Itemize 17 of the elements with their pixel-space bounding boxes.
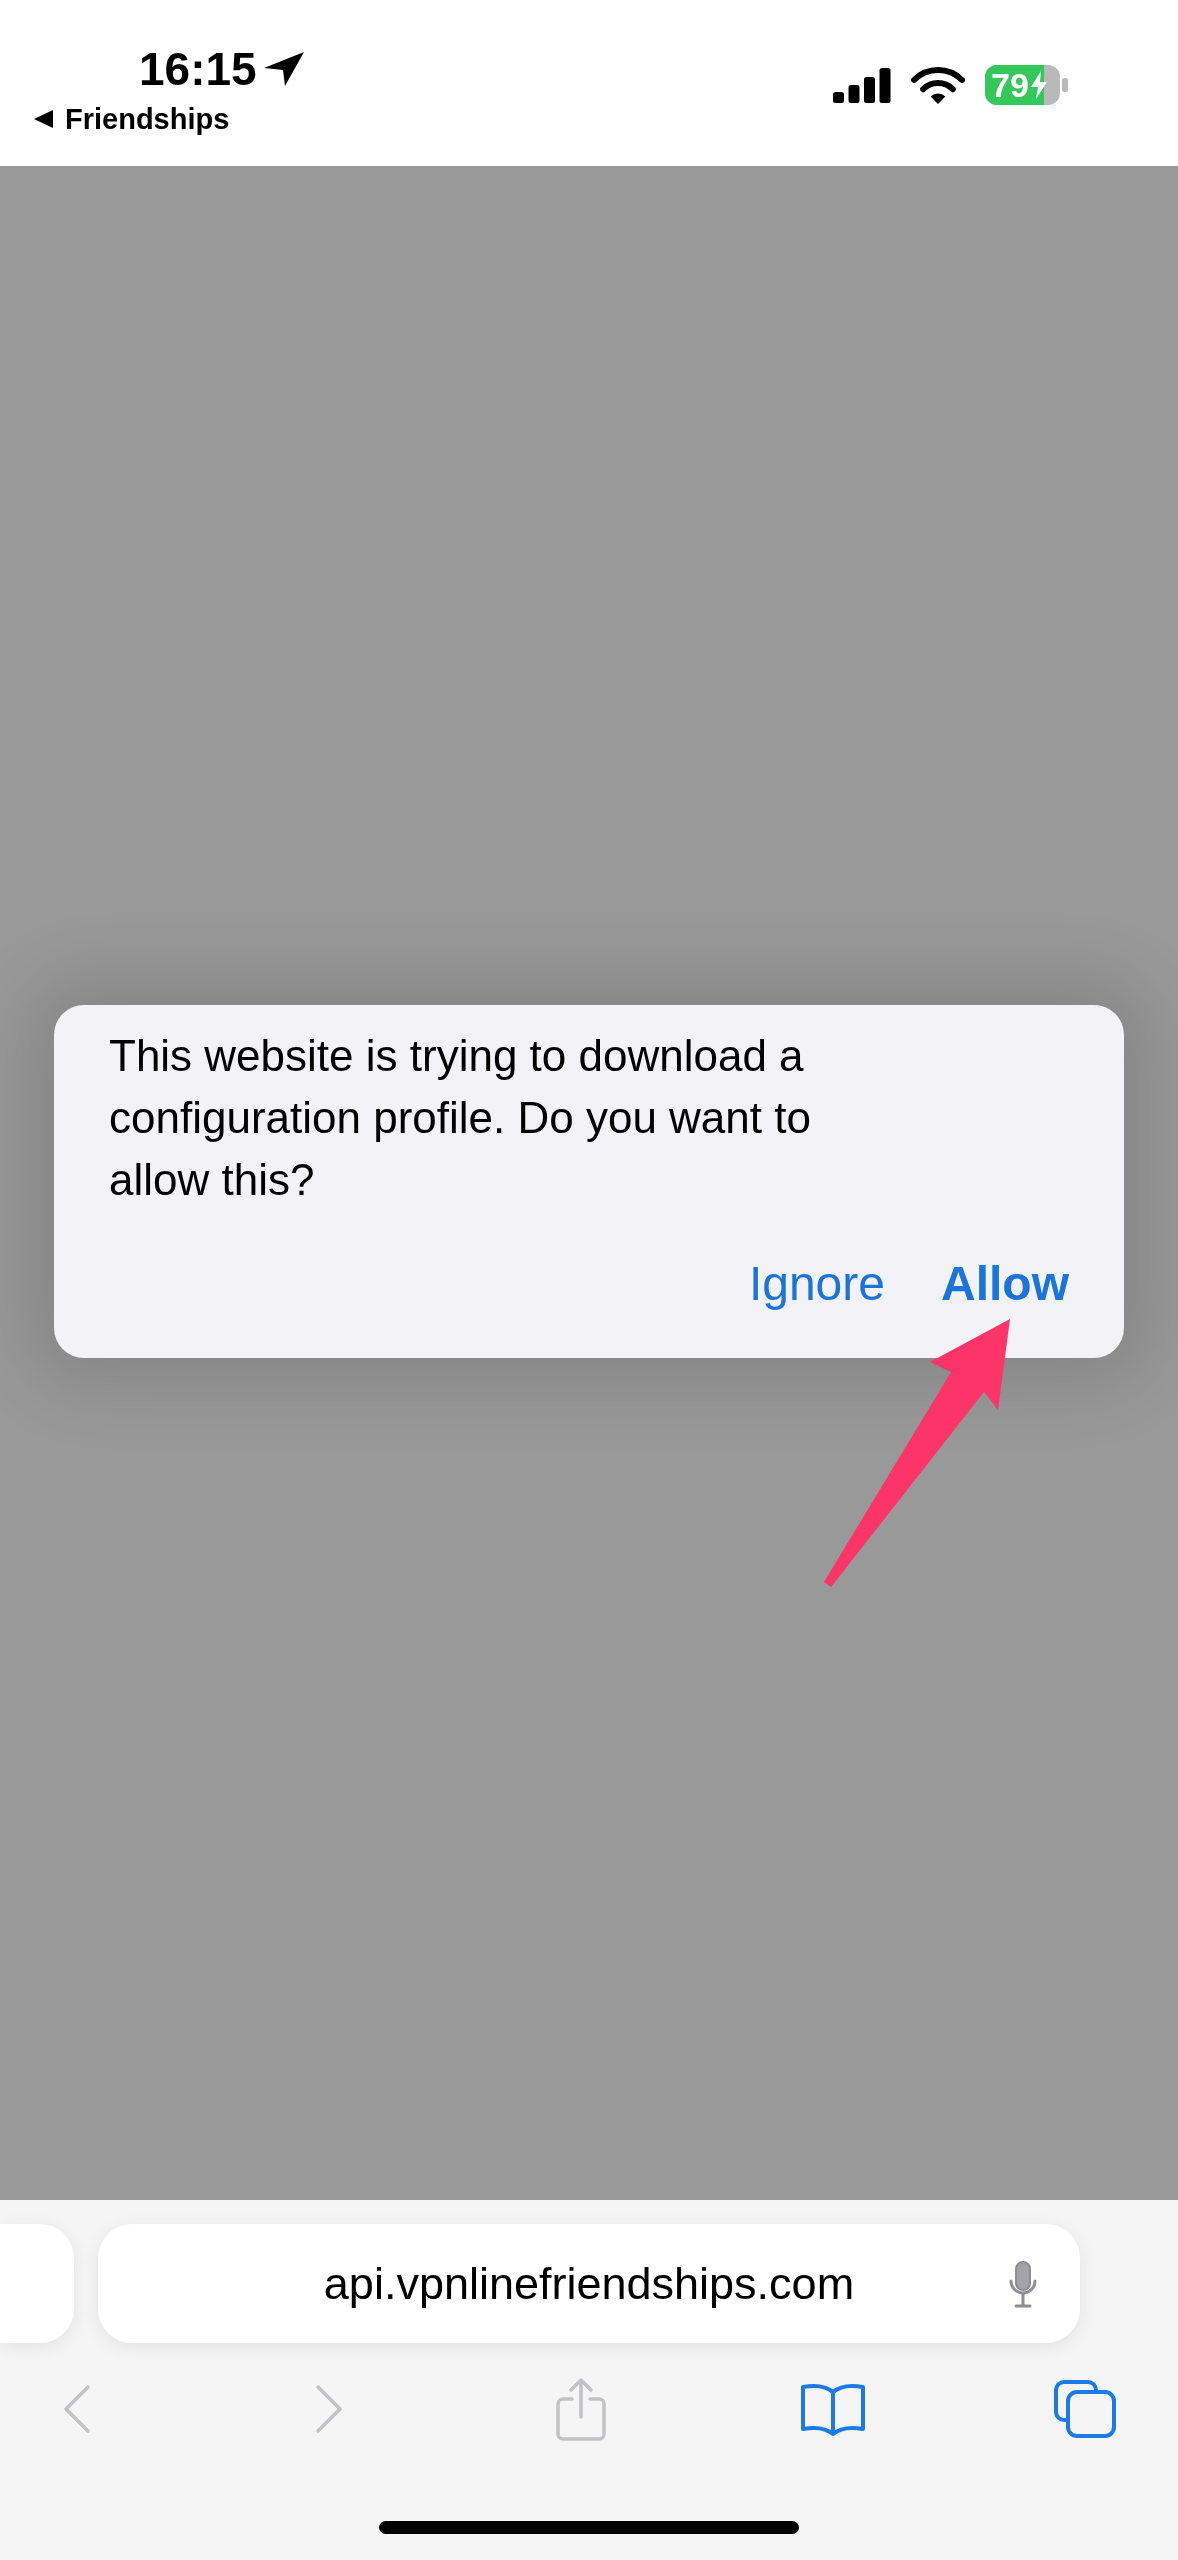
address-field[interactable]: api.vpnlinefriendships.com — [98, 2224, 1080, 2343]
microphone-icon[interactable] — [1008, 2259, 1038, 2308]
back-triangle-icon — [34, 110, 53, 128]
charging-bolt-icon — [1030, 71, 1047, 99]
location-arrow-icon — [262, 51, 305, 87]
back-to-app-button[interactable]: Friendships — [34, 101, 305, 137]
battery-icon — [985, 65, 1068, 105]
allow-button[interactable]: Allow — [941, 1255, 1069, 1313]
url-text: api.vpnlinefriendships.com — [323, 2256, 855, 2311]
wifi-icon — [911, 65, 965, 105]
status-time: 16:15 — [139, 45, 257, 93]
book-icon[interactable] — [800, 2382, 866, 2436]
battery-percentage: 79 — [991, 67, 1029, 103]
tabs-icon[interactable] — [1054, 2380, 1116, 2438]
alert-message: This website is trying to download a configuration profile. Do you want to allow this? — [109, 1030, 812, 1206]
ignore-button[interactable]: Ignore — [748, 1255, 885, 1313]
signal-icon — [833, 67, 891, 103]
